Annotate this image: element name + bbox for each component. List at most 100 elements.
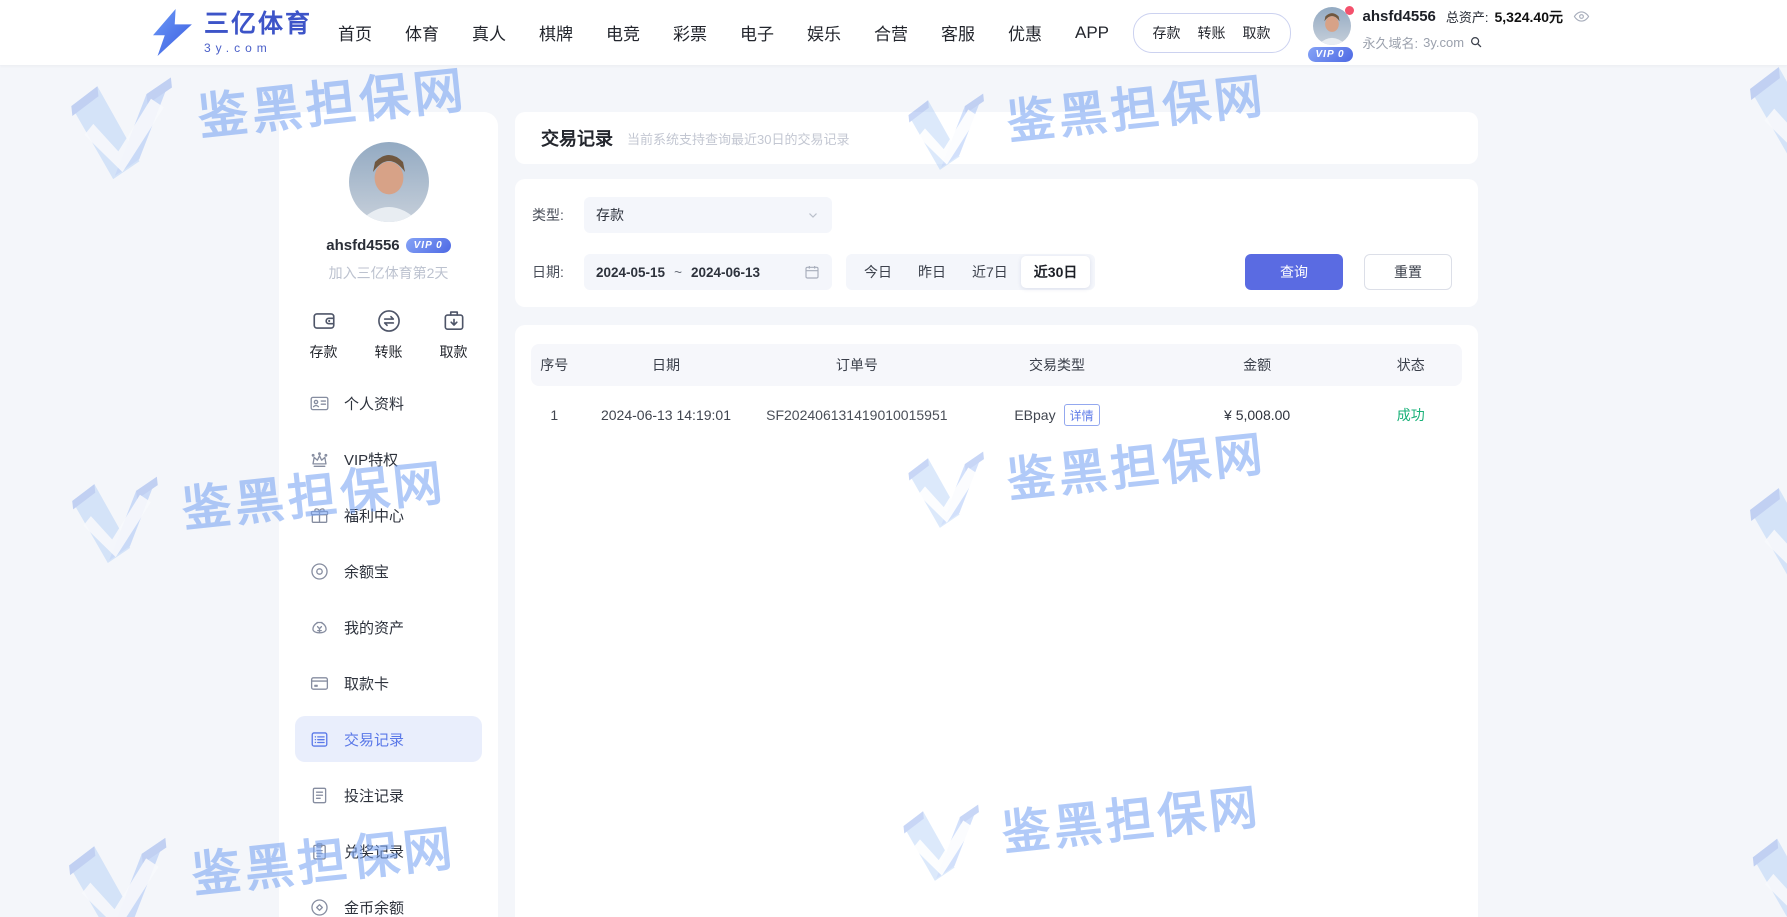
type-label: 类型: <box>532 205 576 225</box>
type-select-value: 存款 <box>596 205 624 225</box>
nav-item[interactable]: 娱乐 <box>807 20 841 45</box>
watermark <box>1736 465 1787 599</box>
logo[interactable]: 三亿体育 3y.com <box>150 9 312 56</box>
nav-item[interactable]: 电竞 <box>606 20 640 45</box>
nav-item[interactable]: 电子 <box>740 20 774 45</box>
notification-dot <box>1345 6 1354 15</box>
assets-value: 5,324.40元 <box>1495 7 1564 27</box>
bets-icon <box>309 785 330 806</box>
menu-item[interactable]: 兑奖记录 <box>295 828 482 874</box>
table-row: 1 2024-06-13 14:19:01 SF2024061314190100… <box>531 386 1462 444</box>
menu-item[interactable]: 个人资料 <box>295 380 482 426</box>
nav-item[interactable]: 优惠 <box>1008 20 1042 45</box>
menu-item[interactable]: 我的资产 <box>295 604 482 650</box>
card-icon <box>309 673 330 694</box>
watermark-logo-icon <box>1736 465 1787 599</box>
detail-button[interactable]: 详情 <box>1064 404 1100 426</box>
menu-item-label: 个人资料 <box>344 393 404 414</box>
menu-item[interactable]: 取款卡 <box>295 660 482 706</box>
column-header: 状态 <box>1360 355 1462 375</box>
quick-ranges: 今日昨日近7日近30日 <box>846 254 1095 290</box>
quick-action[interactable]: 转账 <box>375 308 403 362</box>
menu-item[interactable]: 金币余额 <box>295 884 482 917</box>
cell-amount: ¥ 5,008.00 <box>1155 407 1360 423</box>
user-block[interactable]: VIP 0 ahsfd4556 总资产: 5,324.40元 永久域名: 3y.… <box>1313 7 1591 59</box>
menu-item[interactable]: VIP特权 <box>295 436 482 482</box>
profile-username: ahsfd4556 <box>326 237 399 254</box>
chevron-down-icon <box>806 208 820 222</box>
menu-item[interactable]: 投注记录 <box>295 772 482 818</box>
yuebao-icon <box>309 561 330 582</box>
profile-icon <box>309 393 330 414</box>
search-icon[interactable] <box>1469 35 1483 49</box>
coins-icon <box>309 897 330 917</box>
menu-item-label: 余额宝 <box>344 561 389 582</box>
date-start: 2024-05-15 <box>596 265 665 280</box>
menu-item-label: 我的资产 <box>344 617 404 638</box>
navbar: 三亿体育 3y.com 首页 体育 真人 棋牌 电竞 彩票 电子 娱乐 合营 客服 优惠 APP 存款… <box>0 0 1787 65</box>
wallet-actions-pill: 存款转账取款 <box>1133 13 1291 53</box>
menu-item-label: 取款卡 <box>344 673 389 694</box>
vip-badge: VIP 0 <box>1308 47 1353 62</box>
filters-card: 类型: 存款 日期: 2024-05-15 ~ 2024-06-13 今日昨日近… <box>515 179 1478 307</box>
date-end: 2024-06-13 <box>691 265 760 280</box>
wallet-action[interactable]: 取款 <box>1243 23 1271 43</box>
watermark-logo-icon <box>61 466 172 570</box>
quick-range[interactable]: 昨日 <box>905 256 959 288</box>
menu-item-label: 投注记录 <box>344 785 404 806</box>
menu-item[interactable]: 交易记录 <box>295 716 482 762</box>
nav-item[interactable]: 首页 <box>338 20 372 45</box>
search-button[interactable]: 查询 <box>1245 254 1343 290</box>
nav-item[interactable]: 客服 <box>941 20 975 45</box>
reset-button[interactable]: 重置 <box>1364 254 1452 290</box>
quick-range[interactable]: 近30日 <box>1021 256 1091 288</box>
date-separator: ~ <box>674 265 682 280</box>
watermark-logo-icon <box>1741 819 1787 917</box>
quick-action[interactable]: 取款 <box>440 308 468 362</box>
page-header-card: 交易记录 当前系统支持查询最近30日的交易记录 <box>515 112 1478 164</box>
cell-index: 1 <box>531 407 578 423</box>
sidebar-menu: 个人资料 VIP特权 福利中心 余额宝 我的资产 <box>279 380 498 917</box>
table-body: 1 2024-06-13 14:19:01 SF2024061314190100… <box>531 386 1462 444</box>
type-select[interactable]: 存款 <box>584 197 832 233</box>
main-nav: 首页 体育 真人 棋牌 电竞 彩票 电子 娱乐 合营 客服 优惠 APP <box>338 0 1109 65</box>
welfare-icon <box>309 505 330 526</box>
nav-item[interactable]: 彩票 <box>673 20 707 45</box>
deposit-icon <box>311 308 337 334</box>
avatar[interactable]: VIP 0 <box>1313 7 1353 59</box>
table-header: 序号日期订单号交易类型金额状态 <box>531 344 1462 386</box>
nav-item[interactable]: 棋牌 <box>539 20 573 45</box>
date-label: 日期: <box>532 262 576 282</box>
wallet-action[interactable]: 存款 <box>1153 23 1181 43</box>
nav-item[interactable]: 体育 <box>405 20 439 45</box>
quick-action-label: 存款 <box>310 342 338 362</box>
quick-range[interactable]: 今日 <box>851 256 905 288</box>
user-info: ahsfd4556 总资产: 5,324.40元 永久域名: 3y.com <box>1363 7 1591 52</box>
table-card: 序号日期订单号交易类型金额状态 1 2024-06-13 14:19:01 SF… <box>515 325 1478 917</box>
date-range-input[interactable]: 2024-05-15 ~ 2024-06-13 <box>584 254 832 290</box>
logo-icon <box>150 9 194 56</box>
wallet-action[interactable]: 转账 <box>1198 23 1226 43</box>
eye-icon[interactable] <box>1573 8 1590 25</box>
quick-action-label: 转账 <box>375 342 403 362</box>
menu-item-label: 福利中心 <box>344 505 404 526</box>
quick-action[interactable]: 存款 <box>310 308 338 362</box>
transactions-icon <box>309 729 330 750</box>
column-header: 交易类型 <box>959 355 1155 375</box>
watermark-logo-icon <box>56 825 183 917</box>
nav-item[interactable]: 真人 <box>472 20 506 45</box>
vip-icon <box>309 449 330 470</box>
nav-item[interactable]: APP <box>1075 23 1109 43</box>
quick-range[interactable]: 近7日 <box>959 256 1021 288</box>
transaction-type: EBpay <box>1014 407 1055 423</box>
withdraw-icon <box>441 308 467 334</box>
profile-section: ahsfd4556 VIP 0 加入三亿体育第2天 <box>279 112 498 283</box>
join-text: 加入三亿体育第2天 <box>279 263 498 283</box>
menu-item[interactable]: 福利中心 <box>295 492 482 538</box>
nav-item[interactable]: 合营 <box>874 20 908 45</box>
cell-type: EBpay 详情 <box>959 404 1155 426</box>
profile-avatar[interactable] <box>349 142 429 222</box>
redeem-icon <box>309 841 330 862</box>
menu-item[interactable]: 余额宝 <box>295 548 482 594</box>
assets-label: 总资产: <box>1446 7 1489 26</box>
